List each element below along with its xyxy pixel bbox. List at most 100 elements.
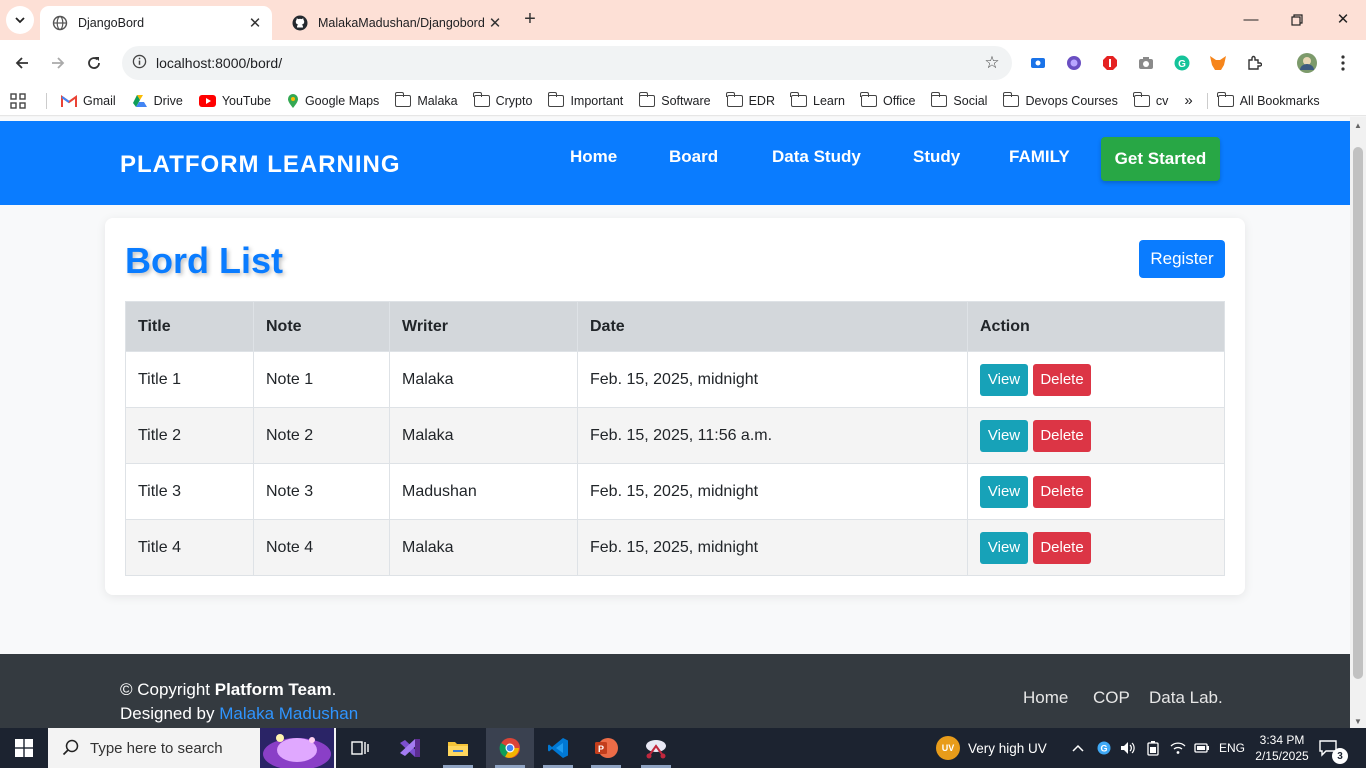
bookmark-star-icon[interactable]: ☆ [972, 53, 1012, 73]
task-view-button[interactable] [336, 728, 384, 768]
bookmark-google-maps[interactable]: Google Maps [287, 93, 379, 109]
taskbar-vscode[interactable] [534, 728, 582, 768]
column-header-title: Title [125, 301, 254, 352]
bookmark-folder-social[interactable]: Social [930, 91, 987, 108]
table-row: Title 1 Note 1 Malaka Feb. 15, 2025, mid… [125, 351, 1225, 408]
wifi-icon[interactable] [1170, 728, 1186, 768]
shield-extension-icon[interactable] [1062, 51, 1086, 75]
bookmark-folder-office[interactable]: Office [860, 91, 915, 108]
column-header-date: Date [577, 301, 968, 352]
volume-icon[interactable] [1120, 728, 1136, 768]
bookmark-folder-malaka[interactable]: Malaka [394, 91, 458, 108]
address-bar[interactable]: localhost:8000/bord/ ☆ [122, 46, 1012, 80]
view-button[interactable]: View [980, 531, 1028, 564]
menu-kebab-icon[interactable] [1331, 51, 1355, 75]
view-button[interactable]: View [980, 475, 1028, 508]
bookmark-youtube[interactable]: YouTube [198, 94, 271, 108]
svg-text:P: P [598, 744, 604, 754]
page-scrollbar[interactable]: ▲ ▼ [1350, 117, 1366, 728]
bookmark-folder-cv[interactable]: cv [1133, 91, 1168, 108]
bookmark-drive[interactable]: Drive [132, 94, 183, 108]
footer-link-data-lab[interactable]: Data Lab. [1149, 688, 1223, 708]
weather-widget[interactable]: UV Very high UV [936, 728, 1047, 768]
show-hidden-icons-button[interactable] [1072, 728, 1084, 768]
adblock-extension-icon[interactable] [1098, 51, 1122, 75]
close-tab-icon[interactable]: ✕ [244, 14, 266, 32]
reload-button[interactable] [79, 48, 109, 78]
nav-data-study[interactable]: Data Study [772, 147, 861, 167]
designer-link[interactable]: Malaka Madushan [219, 704, 358, 723]
nav-board[interactable]: Board [669, 147, 718, 167]
scrollbar-thumb[interactable] [1353, 147, 1363, 679]
battery-icon[interactable] [1146, 728, 1160, 768]
nav-family[interactable]: FAMILY [1009, 147, 1070, 167]
cell-title: Title 2 [125, 407, 254, 464]
all-bookmarks-folder[interactable]: All Bookmarks [1217, 91, 1320, 108]
profile-avatar-icon[interactable] [1295, 51, 1319, 75]
delete-button[interactable]: Delete [1033, 531, 1091, 564]
site-footer: © Copyright Platform Team. Designed by M… [0, 654, 1350, 728]
view-button[interactable]: View [980, 363, 1028, 396]
camera-extension-icon[interactable] [1134, 51, 1158, 75]
tab-github[interactable]: MalakaMadushan/Djangobord: ✕ [280, 6, 512, 40]
taskbar-search-box[interactable]: Type here to search [48, 728, 336, 768]
extensions-puzzle-icon[interactable] [1242, 51, 1266, 75]
vscode-icon [548, 738, 568, 758]
scroll-up-icon[interactable]: ▲ [1350, 121, 1366, 130]
taskbar-snipping-tool[interactable] [632, 728, 680, 768]
taskbar-file-explorer[interactable] [434, 728, 482, 768]
taskbar-powerpoint[interactable]: P [582, 728, 630, 768]
cell-title: Title 1 [125, 351, 254, 408]
bookmarks-overflow-button[interactable]: » [1184, 92, 1192, 109]
nav-study[interactable]: Study [913, 147, 960, 167]
bookmark-folder-software[interactable]: Software [638, 91, 711, 108]
bookmark-folder-important[interactable]: Important [547, 91, 623, 108]
footer-link-home[interactable]: Home [1023, 688, 1068, 708]
close-window-button[interactable]: ✕ [1320, 6, 1366, 34]
minimize-button[interactable]: — [1228, 6, 1274, 34]
forward-button[interactable] [43, 48, 73, 78]
metamask-extension-icon[interactable] [1206, 51, 1230, 75]
cell-writer: Malaka [389, 407, 578, 464]
bookmark-folder-devops-courses[interactable]: Devops Courses [1002, 91, 1118, 108]
drive-icon [132, 94, 148, 108]
nav-home[interactable]: Home [570, 147, 617, 167]
tab-search-button[interactable] [6, 6, 34, 34]
grammarly-extension-icon[interactable]: G [1170, 51, 1194, 75]
url-text[interactable]: localhost:8000/bord/ [156, 55, 972, 71]
site-info-icon[interactable] [122, 54, 156, 72]
taskbar-visual-studio[interactable] [386, 728, 434, 768]
delete-button[interactable]: Delete [1033, 475, 1091, 508]
arrow-right-icon [52, 57, 65, 69]
bookmark-divider [1206, 92, 1208, 109]
delete-button[interactable]: Delete [1033, 363, 1091, 396]
column-header-note: Note [253, 301, 390, 352]
start-button[interactable] [0, 728, 48, 768]
delete-button[interactable]: Delete [1033, 419, 1091, 452]
notification-center-button[interactable]: 3 [1318, 728, 1348, 768]
tray-vpn-icon[interactable]: G [1097, 728, 1111, 768]
back-button[interactable] [7, 48, 37, 78]
bookmark-folder-learn[interactable]: Learn [790, 91, 845, 108]
input-language-indicator[interactable]: ENG [1219, 728, 1245, 768]
site-brand[interactable]: PLATFORM LEARNING [120, 151, 401, 179]
screencast-extension-icon[interactable] [1026, 51, 1050, 75]
taskbar-chrome[interactable] [486, 728, 534, 768]
cell-action: View Delete [967, 351, 1225, 408]
bookmark-folder-edr[interactable]: EDR [725, 91, 775, 108]
restore-button[interactable] [1274, 6, 1320, 34]
apps-grid-icon[interactable] [10, 92, 26, 109]
cell-title: Title 3 [125, 463, 254, 520]
bookmark-folder-crypto[interactable]: Crypto [473, 91, 532, 108]
register-button[interactable]: Register [1139, 240, 1225, 278]
power-plug-icon[interactable] [1194, 728, 1210, 768]
new-tab-button[interactable]: + [518, 8, 542, 32]
get-started-button[interactable]: Get Started [1101, 137, 1220, 181]
system-clock[interactable]: 3:34 PM 2/15/2025 [1254, 728, 1310, 768]
view-button[interactable]: View [980, 419, 1028, 452]
footer-link-cop[interactable]: COP [1093, 688, 1130, 708]
scroll-down-icon[interactable]: ▼ [1350, 717, 1366, 726]
close-tab-icon[interactable]: ✕ [484, 14, 506, 32]
tab-djangobord[interactable]: DjangoBord ✕ [40, 6, 272, 40]
bookmark-gmail[interactable]: Gmail [61, 94, 116, 108]
